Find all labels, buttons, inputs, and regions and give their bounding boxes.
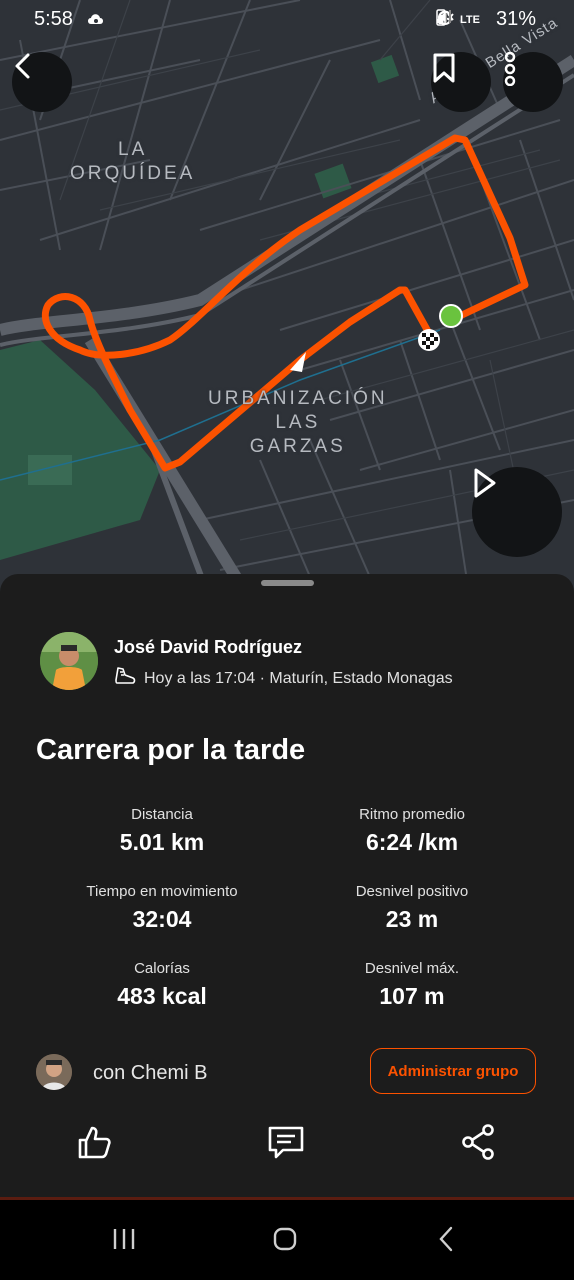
map-label-la-orquidea: LA ORQUÍDEA (70, 139, 196, 184)
share-icon (460, 1123, 496, 1165)
stat-value: 5.01 km (119, 829, 205, 855)
stat-label: Ritmo promedio (359, 806, 465, 823)
status-icons: LTE 31% (436, 8, 544, 31)
network-label: LTE (460, 13, 480, 26)
thumbs-up-icon (76, 1124, 112, 1165)
activity-meta: Hoy a las 17:04 · Maturín, Estado Monaga… (114, 666, 453, 691)
kudos-button[interactable] (74, 1124, 114, 1164)
athlete-name[interactable]: José David Rodríguez (114, 637, 302, 658)
route-map[interactable]: LA ORQUÍDEA URBANIZACIÓN LAS GARZAS Aven… (0, 0, 574, 600)
map-label-las-garzas: URBANIZACIÓN LAS GARZAS (208, 388, 388, 457)
recent-apps-button[interactable] (104, 1226, 144, 1256)
comment-button[interactable] (266, 1124, 306, 1164)
stat-value: 32:04 (132, 906, 192, 932)
group-members-text[interactable]: con Chemi B (93, 1062, 208, 1085)
stat-calories: Calorías 483 kcal (32, 960, 292, 1010)
athlete-photo (40, 632, 98, 690)
system-back-icon (436, 1226, 456, 1257)
stat-label: Distancia (131, 806, 193, 823)
status-time: 5:58 (34, 8, 73, 30)
running-shoe-icon (114, 666, 136, 691)
start-marker (439, 304, 463, 328)
activity-title: Carrera por la tarde (36, 734, 306, 766)
battery-level: 31% (495, 8, 536, 30)
stat-moving-time: Tiempo en movimiento 32:04 (32, 883, 292, 933)
group-member-avatar[interactable] (36, 1054, 72, 1090)
comment-icon (267, 1124, 305, 1165)
stat-value: 6:24 /km (365, 829, 459, 855)
member-photo (36, 1054, 72, 1090)
bookmark-button[interactable] (431, 52, 491, 112)
sheet-drag-handle[interactable] (261, 580, 314, 586)
system-nav-bar (0, 1200, 574, 1280)
stat-distance: Distancia 5.01 km (32, 806, 292, 856)
athlete-avatar[interactable] (40, 632, 98, 690)
stat-label: Calorías (134, 960, 190, 977)
stat-avg-pace: Ritmo promedio 6:24 /km (282, 806, 542, 856)
stat-label: Desnivel máx. (364, 960, 460, 977)
stat-value: 23 m (385, 906, 439, 932)
home-icon (272, 1226, 298, 1257)
stat-value: 483 kcal (117, 983, 207, 1009)
system-back-button[interactable] (426, 1226, 466, 1256)
back-button[interactable] (12, 52, 72, 112)
more-options-button[interactable] (503, 52, 563, 112)
share-button[interactable] (458, 1123, 498, 1165)
activity-meta-text: Hoy a las 17:04 · Maturín, Estado Monaga… (144, 669, 453, 687)
stat-elevation-gain: Desnivel positivo 23 m (282, 883, 542, 933)
stat-value: 107 m (379, 983, 445, 1009)
recent-apps-icon (111, 1227, 137, 1256)
activity-sheet: José David Rodríguez Hoy a las 17:04 · M… (0, 574, 574, 1200)
stat-max-elevation: Desnivel máx. 107 m (282, 960, 542, 1010)
manage-group-button[interactable]: Administrar grupo (370, 1048, 536, 1094)
stat-label: Desnivel positivo (355, 883, 469, 900)
status-bar: 5:58 LTE 31% (0, 0, 574, 40)
stat-label: Tiempo en movimiento (86, 883, 238, 900)
home-button[interactable] (265, 1226, 305, 1256)
play-flyover-button[interactable] (472, 467, 562, 557)
